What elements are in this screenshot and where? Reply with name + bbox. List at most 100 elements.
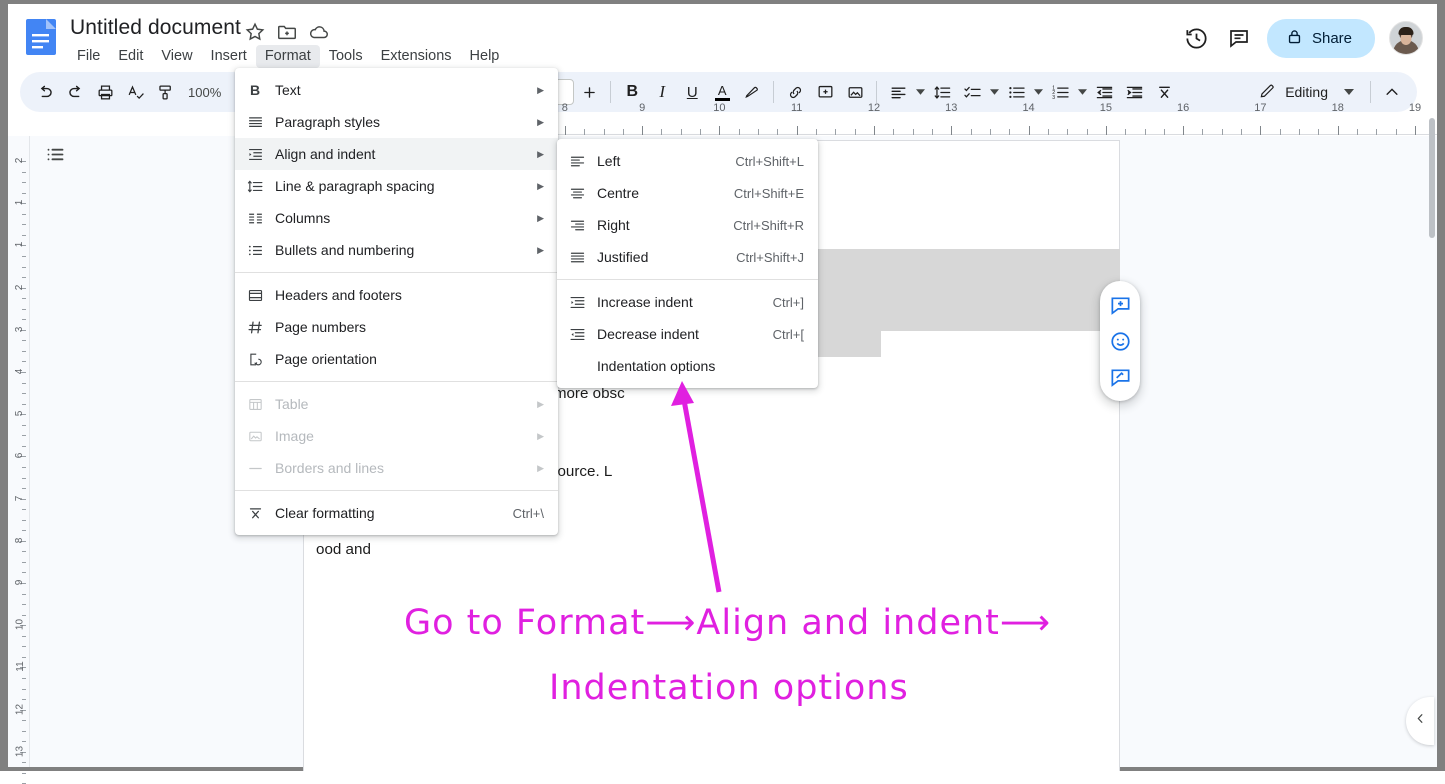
editing-mode-label: Editing: [1285, 84, 1328, 100]
align-left-icon: [557, 153, 597, 170]
menu-separator: [235, 381, 558, 382]
version-history-icon[interactable]: [1183, 24, 1211, 52]
insert-image-icon[interactable]: [840, 77, 870, 107]
increase-font-size-icon[interactable]: [574, 77, 604, 107]
toolbar-divider: [876, 81, 878, 103]
ruler-tick: [22, 266, 26, 268]
star-icon[interactable]: [244, 21, 266, 43]
scrollbar-thumb[interactable]: [1429, 118, 1435, 238]
decrease-indent-icon: [557, 326, 597, 343]
collapse-toolbar-icon[interactable]: [1377, 77, 1407, 107]
ruler-tick: [680, 129, 682, 135]
show-outline-button[interactable]: [38, 140, 72, 174]
checklist-dropdown-caret[interactable]: [987, 77, 1001, 107]
menu-file[interactable]: File: [68, 45, 109, 68]
ruler-tick-major: [719, 126, 721, 135]
ruler-tick: [970, 129, 972, 135]
ruler-label: 12: [14, 703, 26, 715]
vertical-scrollbar[interactable]: [1428, 118, 1436, 767]
checklist-icon[interactable]: [957, 77, 987, 107]
menu-edit[interactable]: Edit: [109, 45, 152, 68]
submenu-item-indentation-options[interactable]: Indentation options: [557, 350, 818, 382]
zoom-value[interactable]: 100%: [180, 81, 229, 104]
submenu-arrow-icon: ▶: [537, 462, 544, 473]
clear-formatting-icon[interactable]: [1149, 77, 1179, 107]
ruler-label: 17: [1254, 102, 1267, 114]
menu-item-image: Image ▶: [235, 420, 558, 452]
submenu-item-centre[interactable]: Centre Ctrl+Shift+E: [557, 177, 818, 209]
numbered-list-dropdown-caret[interactable]: [1075, 77, 1089, 107]
ruler-tick-major: [796, 126, 798, 135]
submenu-item-left[interactable]: Left Ctrl+Shift+L: [557, 145, 818, 177]
ruler-tick: [22, 741, 26, 743]
menu-insert[interactable]: Insert: [202, 45, 256, 68]
window-edge-right: [1437, 0, 1445, 771]
submenu-item-increase-indent[interactable]: Increase indent Ctrl+]: [557, 286, 818, 318]
menu-tools[interactable]: Tools: [320, 45, 372, 68]
menu-format[interactable]: Format: [255, 44, 320, 68]
increase-indent-icon[interactable]: [1119, 77, 1149, 107]
document-title[interactable]: Untitled document: [70, 16, 241, 40]
cloud-saved-icon[interactable]: [308, 21, 330, 43]
add-comment-icon[interactable]: [1107, 292, 1133, 318]
ruler-tick: [22, 350, 26, 352]
ruler-label: 18: [1331, 102, 1344, 114]
share-button[interactable]: Share: [1266, 18, 1375, 58]
ruler-tick: [738, 129, 740, 135]
paint-format-icon[interactable]: [150, 77, 180, 107]
menu-item-bullets-and-numbering[interactable]: Bullets and numbering ▶: [235, 234, 558, 266]
google-docs-window: Untitled document File Edit View Insert …: [0, 0, 1445, 784]
align-and-indent-submenu[interactable]: Left Ctrl+Shift+L Centre Ctrl+Shift+E Ri…: [557, 139, 818, 388]
ruler-tick: [758, 129, 760, 135]
menu-item-columns[interactable]: Columns ▶: [235, 202, 558, 234]
align-center-icon: [557, 185, 597, 202]
ruler-tick-major: [1105, 126, 1107, 135]
page-numbers-icon: [235, 319, 275, 336]
submenu-item-right[interactable]: Right Ctrl+Shift+R: [557, 209, 818, 241]
menu-item-paragraph-styles[interactable]: Paragraph styles ▶: [235, 106, 558, 138]
menu-separator: [235, 272, 558, 273]
text-color-swatch: [714, 97, 730, 101]
print-icon[interactable]: [90, 77, 120, 107]
menu-item-page-numbers[interactable]: Page numbers: [235, 311, 558, 343]
comment-history-icon[interactable]: [1225, 24, 1253, 52]
ruler-tick: [1376, 129, 1378, 135]
ruler-tick: [1047, 129, 1049, 135]
submenu-arrow-icon: ▶: [537, 84, 544, 95]
menu-help[interactable]: Help: [461, 45, 509, 68]
vertical-ruler[interactable]: 2 1 1 2 3 4 5 6 7 8 9 10 11 12 13: [8, 136, 30, 784]
ruler-tick: [1125, 129, 1127, 135]
menu-item-page-orientation[interactable]: Page orientation: [235, 343, 558, 375]
add-comment-toolbar-icon[interactable]: [810, 77, 840, 107]
move-to-folder-icon[interactable]: [276, 21, 298, 43]
menu-view[interactable]: View: [152, 45, 201, 68]
emoji-reaction-icon[interactable]: [1107, 328, 1133, 354]
ruler-tick: [22, 688, 26, 690]
align-dropdown-caret[interactable]: [913, 77, 927, 107]
ruler-label: 13: [945, 102, 958, 114]
undo-icon[interactable]: [30, 77, 60, 107]
submenu-item-label: Increase indent: [597, 294, 693, 310]
redo-icon[interactable]: [60, 77, 90, 107]
submenu-item-justified[interactable]: Justified Ctrl+Shift+J: [557, 241, 818, 273]
underline-button[interactable]: U: [677, 77, 707, 107]
menu-extensions[interactable]: Extensions: [372, 45, 461, 68]
ruler-tick: [22, 477, 26, 479]
menu-item-clear-formatting[interactable]: Clear formatting Ctrl+\: [235, 497, 558, 529]
bullets-icon: [235, 242, 275, 259]
italic-button[interactable]: I: [647, 77, 677, 107]
spellcheck-icon[interactable]: [120, 77, 150, 107]
menu-item-text[interactable]: B Text ▶: [235, 74, 558, 106]
menu-item-headers-and-footers[interactable]: Headers and footers: [235, 279, 558, 311]
numbered-list-icon[interactable]: 1 2 3: [1045, 77, 1075, 107]
align-icon[interactable]: [883, 77, 913, 107]
submenu-item-label: Left: [597, 153, 621, 169]
menu-item-align-and-indent[interactable]: Align and indent ▶: [235, 138, 558, 170]
menu-item-line-paragraph-spacing[interactable]: Line & paragraph spacing ▶: [235, 170, 558, 202]
suggest-edit-icon[interactable]: [1107, 364, 1133, 390]
ruler-tick: [22, 435, 26, 437]
highlight-color-icon[interactable]: [737, 77, 767, 107]
format-dropdown-menu[interactable]: B Text ▶ Paragraph styles ▶ Align and in…: [235, 68, 558, 535]
account-avatar[interactable]: [1389, 21, 1423, 55]
submenu-item-decrease-indent[interactable]: Decrease indent Ctrl+[: [557, 318, 818, 350]
